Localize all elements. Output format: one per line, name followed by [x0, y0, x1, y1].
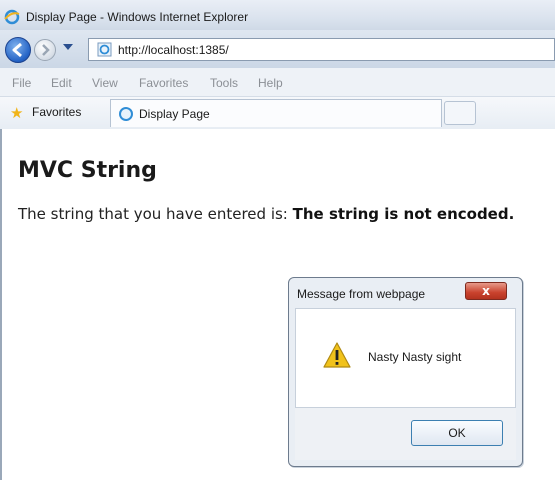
- dialog-message: Nasty Nasty sight: [368, 350, 462, 364]
- menu-bar: File Edit View Favorites Tools Help: [0, 68, 555, 97]
- internet-explorer-icon: [4, 9, 20, 25]
- new-tab-button[interactable]: [444, 101, 476, 125]
- result-text: The string that you have entered is: The…: [18, 205, 514, 223]
- recent-pages-dropdown[interactable]: [63, 44, 73, 50]
- dialog-close-button[interactable]: x: [465, 282, 507, 300]
- alert-dialog: Message from webpage x Nasty Nasty sight…: [288, 277, 523, 467]
- back-button[interactable]: [5, 37, 31, 63]
- ok-button[interactable]: OK: [411, 420, 503, 446]
- tab-page-icon: [119, 107, 133, 121]
- window-titlebar: Display Page - Windows Internet Explorer: [0, 0, 555, 30]
- entered-string: The string is not encoded.: [292, 205, 515, 223]
- menu-file[interactable]: File: [12, 76, 31, 90]
- result-intro: The string that you have entered is:: [18, 205, 293, 223]
- warning-icon: [323, 342, 351, 368]
- menu-view[interactable]: View: [92, 76, 118, 90]
- favorites-button[interactable]: Favorites: [32, 105, 81, 119]
- menu-tools[interactable]: Tools: [210, 76, 238, 90]
- tab-display-page[interactable]: Display Page: [110, 99, 442, 127]
- close-icon: x: [482, 284, 490, 298]
- back-arrow-icon: [12, 42, 22, 58]
- menu-favorites[interactable]: Favorites: [139, 76, 188, 90]
- forward-arrow-icon: [42, 44, 50, 56]
- menu-edit[interactable]: Edit: [51, 76, 72, 90]
- dialog-footer: OK: [295, 408, 516, 460]
- favorites-bar: ★ Favorites Display Page: [0, 97, 555, 130]
- dialog-title: Message from webpage: [297, 287, 426, 301]
- page-heading: MVC String: [18, 158, 157, 183]
- menu-help[interactable]: Help: [258, 76, 283, 90]
- page-icon: [97, 42, 112, 57]
- favorites-star-icon: ★: [10, 104, 24, 122]
- tab-label: Display Page: [139, 107, 210, 121]
- window-title: Display Page - Windows Internet Explorer: [26, 10, 249, 24]
- forward-button[interactable]: [34, 39, 56, 61]
- address-bar[interactable]: http://localhost:1385/: [88, 38, 555, 61]
- dialog-body: Nasty Nasty sight: [295, 308, 516, 408]
- navigation-bar: http://localhost:1385/: [0, 30, 555, 68]
- address-url: http://localhost:1385/: [118, 43, 229, 57]
